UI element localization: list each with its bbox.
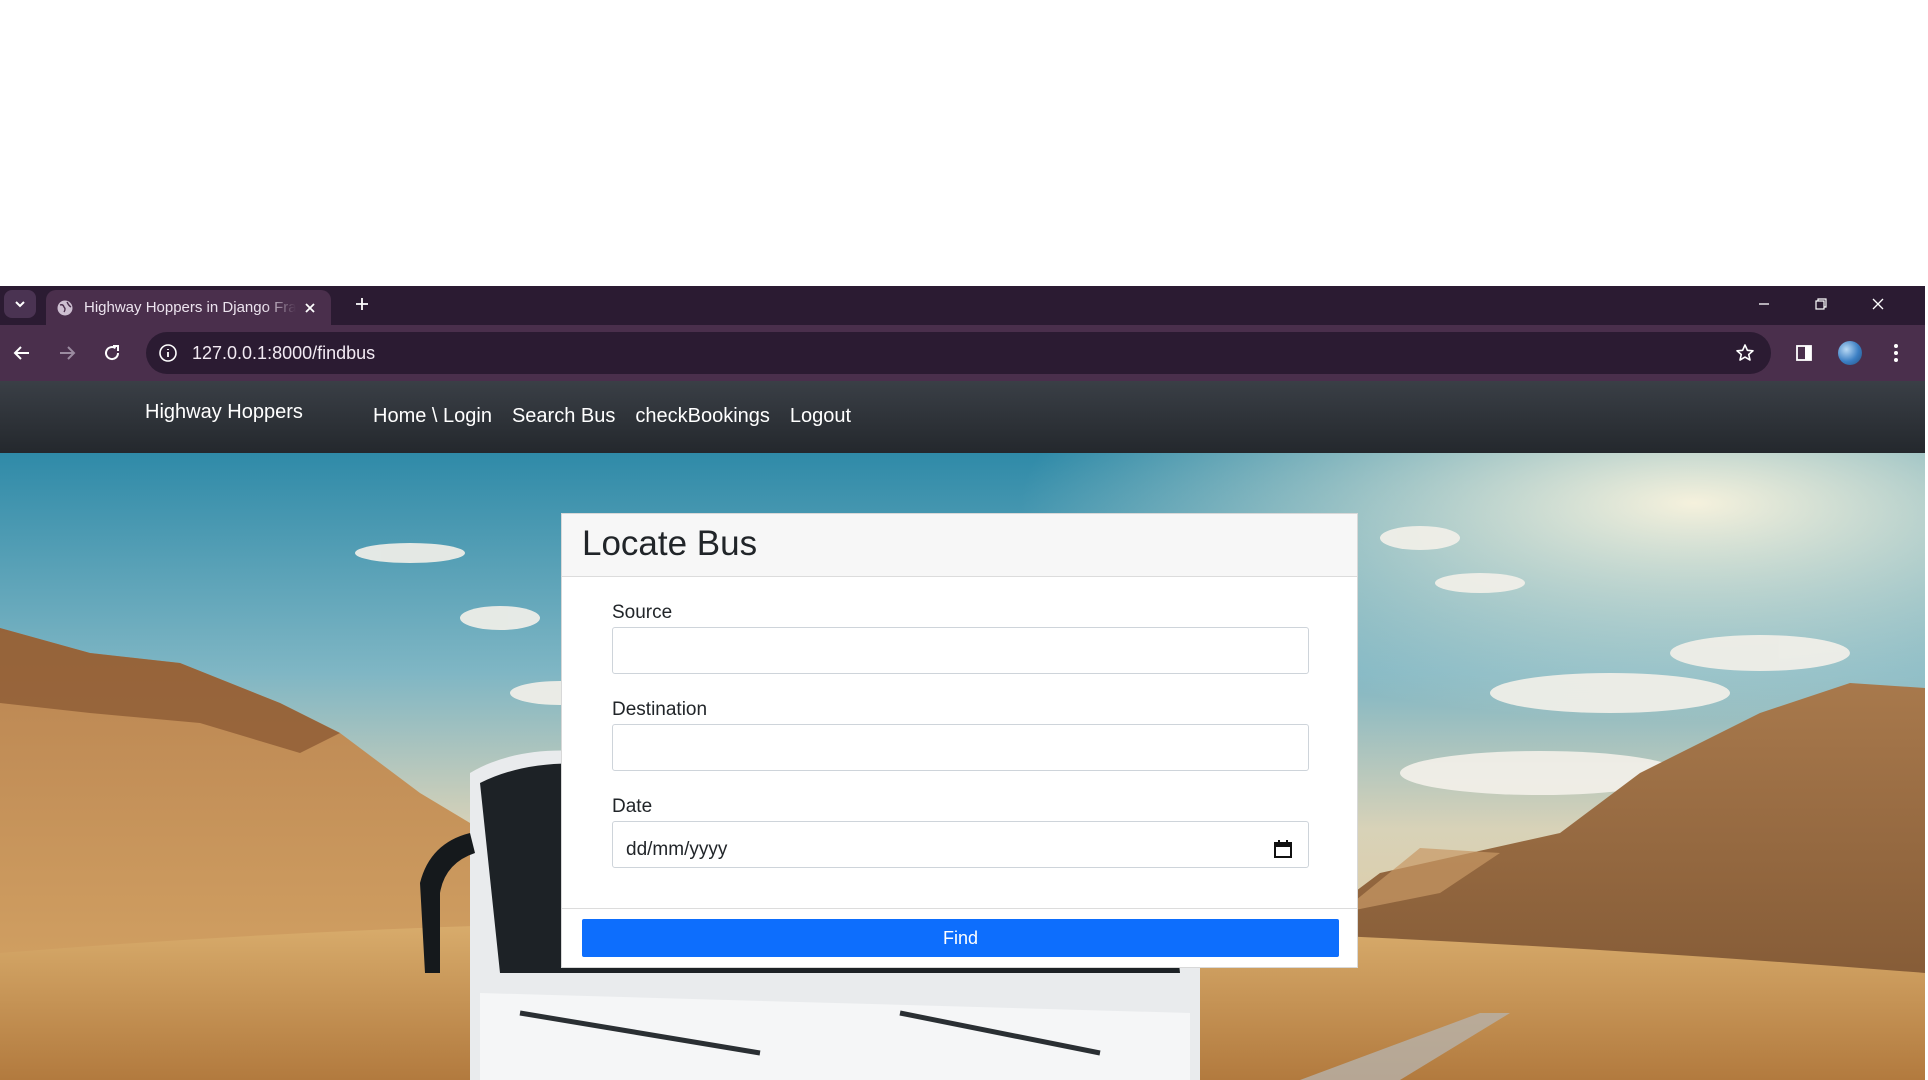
side-panel-icon [1796, 345, 1812, 361]
close-icon [305, 302, 315, 313]
minimize-icon [1759, 303, 1769, 305]
close-window-button[interactable] [1866, 292, 1890, 316]
url-text[interactable]: 127.0.0.1:8000/findbus [192, 343, 375, 364]
card-title: Locate Bus [582, 524, 758, 563]
date-label: Date [612, 796, 653, 817]
destination-input[interactable] [612, 724, 1309, 771]
bookmark-button[interactable] [1733, 341, 1757, 365]
card-header: Locate Bus [562, 514, 1357, 577]
nav-check-bookings[interactable]: checkBookings [635, 405, 770, 428]
chevron-down-icon [15, 301, 25, 308]
back-icon [13, 346, 29, 360]
calendar-icon[interactable] [1272, 838, 1294, 860]
nav-logout[interactable]: Logout [790, 405, 851, 428]
source-input[interactable] [612, 627, 1309, 674]
browser-window: Highway Hoppers in Django Framework [0, 286, 1925, 1080]
close-icon [1872, 298, 1884, 310]
destination-label: Destination [612, 699, 708, 720]
minimize-button[interactable] [1752, 292, 1776, 316]
find-button[interactable]: Find [582, 919, 1339, 957]
plus-icon [356, 298, 368, 310]
card-footer: Find [562, 908, 1357, 968]
forward-icon [60, 346, 76, 360]
locate-bus-card: Locate Bus Source Destination Date dd/mm… [561, 513, 1358, 968]
tab-title: Highway Hoppers in Django Framework [84, 299, 296, 316]
globe-icon [57, 300, 73, 315]
site-info-button[interactable] [156, 341, 180, 365]
forward-button[interactable] [53, 339, 81, 367]
nav-search-bus[interactable]: Search Bus [512, 405, 615, 428]
nav-links: Home \ Login Search Bus checkBookings Lo… [373, 405, 851, 428]
site-navbar: Highway Hoppers Home \ Login Search Bus … [0, 381, 1925, 453]
address-bar[interactable]: 127.0.0.1:8000/findbus [146, 332, 1771, 374]
restore-button[interactable] [1809, 292, 1833, 316]
info-icon [159, 344, 177, 362]
source-label: Source [612, 602, 673, 623]
side-panel-button[interactable] [1790, 339, 1818, 367]
restore-icon [1815, 298, 1827, 310]
tab-search-button[interactable] [4, 290, 36, 318]
kebab-menu-icon [1894, 344, 1898, 362]
browser-tab[interactable]: Highway Hoppers in Django Framework [46, 290, 331, 325]
back-button[interactable] [8, 339, 36, 367]
tab-close-button[interactable] [300, 298, 320, 318]
nav-home-login[interactable]: Home \ Login [373, 405, 492, 428]
browser-toolbar: 127.0.0.1:8000/findbus [0, 325, 1925, 381]
brand-link[interactable]: Highway Hoppers [145, 401, 303, 424]
profile-avatar [1838, 341, 1862, 365]
tab-strip: Highway Hoppers in Django Framework [0, 286, 1925, 325]
reload-icon [105, 345, 120, 361]
new-tab-button[interactable] [350, 292, 374, 316]
browser-menu-button[interactable] [1882, 339, 1910, 367]
reload-button[interactable] [98, 339, 126, 367]
star-icon [1736, 344, 1754, 361]
profile-button[interactable] [1836, 339, 1864, 367]
date-placeholder: dd/mm/yyyy [626, 839, 728, 860]
page-viewport: Highway Hoppers Home \ Login Search Bus … [0, 381, 1925, 1080]
